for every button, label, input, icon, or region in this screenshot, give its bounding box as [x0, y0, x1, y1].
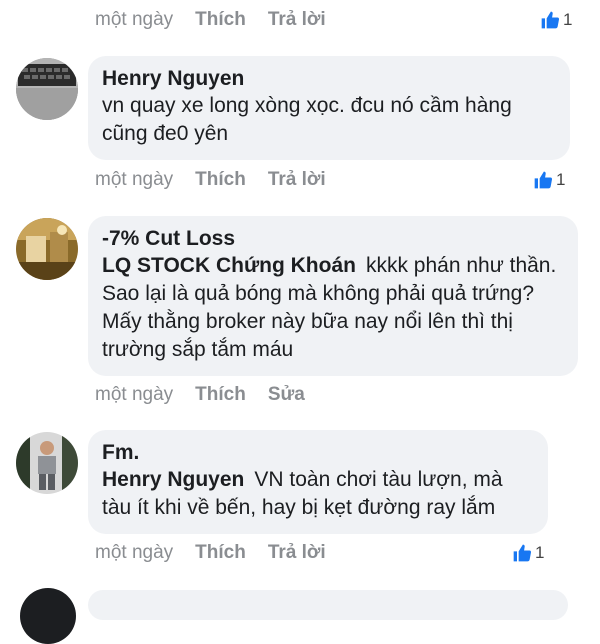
reply-button[interactable]: Trả lời	[268, 169, 326, 191]
avatar[interactable]	[20, 588, 76, 644]
comment-author[interactable]: Fm.	[102, 440, 534, 466]
avatar-image	[16, 218, 78, 280]
thumbs-up-icon	[513, 544, 532, 562]
comment-text: vn quay xe long xòng xọc. đcu nó cầm hàn…	[102, 94, 512, 145]
timestamp: một ngày	[95, 9, 174, 30]
comment-meta-top: một ngày Thích Trả lời	[95, 5, 348, 35]
mention-link[interactable]: Henry Nguyen	[102, 468, 244, 491]
avatar-image	[16, 432, 78, 494]
comment-body: LQ STOCK Chứng Khoán kkkk phán như thần. …	[102, 252, 564, 364]
like-count[interactable]: 1	[512, 538, 544, 568]
like-count[interactable]: 1	[540, 5, 572, 35]
timestamp: một ngày	[95, 169, 174, 190]
comment-bubble: -7% Cut Loss LQ STOCK Chứng Khoán kkkk ph…	[88, 216, 578, 376]
reply-button[interactable]: Trả lời	[268, 542, 326, 564]
like-button[interactable]: Thích	[195, 169, 246, 191]
avatar[interactable]	[16, 432, 78, 494]
avatar[interactable]	[16, 58, 78, 120]
mention-link[interactable]: LQ STOCK Chứng Khoán	[102, 254, 356, 277]
timestamp: một ngày	[95, 542, 174, 563]
like-button[interactable]: Thích	[195, 542, 246, 564]
comment-bubble: Fm. Henry Nguyen VN toàn chơi tàu lượn, m…	[88, 430, 548, 534]
like-count[interactable]: 1	[533, 165, 565, 195]
avatar-image	[16, 58, 78, 120]
comment-meta: một ngày Thích Trả lời	[95, 165, 348, 195]
comment-author[interactable]: -7% Cut Loss	[102, 226, 564, 252]
reply-button[interactable]: Trả lời	[268, 9, 326, 31]
like-button[interactable]: Thích	[195, 384, 246, 406]
thumbs-up-icon	[541, 11, 560, 29]
thumbs-up-icon	[534, 171, 553, 189]
like-button[interactable]: Thích	[195, 9, 246, 31]
edit-button[interactable]: Sửa	[268, 384, 305, 406]
comment-bubble: Henry Nguyen vn quay xe long xòng xọc. đ…	[88, 56, 570, 160]
comment-author[interactable]: Henry Nguyen	[102, 66, 556, 92]
comment-meta: một ngày Thích Trả lời	[95, 538, 348, 568]
comment-bubble	[88, 590, 568, 620]
comment-body: Henry Nguyen VN toàn chơi tàu lượn, mà tà…	[102, 466, 534, 522]
avatar[interactable]	[16, 218, 78, 280]
comment-meta: một ngày Thích Sửa	[95, 380, 327, 410]
timestamp: một ngày	[95, 384, 174, 405]
